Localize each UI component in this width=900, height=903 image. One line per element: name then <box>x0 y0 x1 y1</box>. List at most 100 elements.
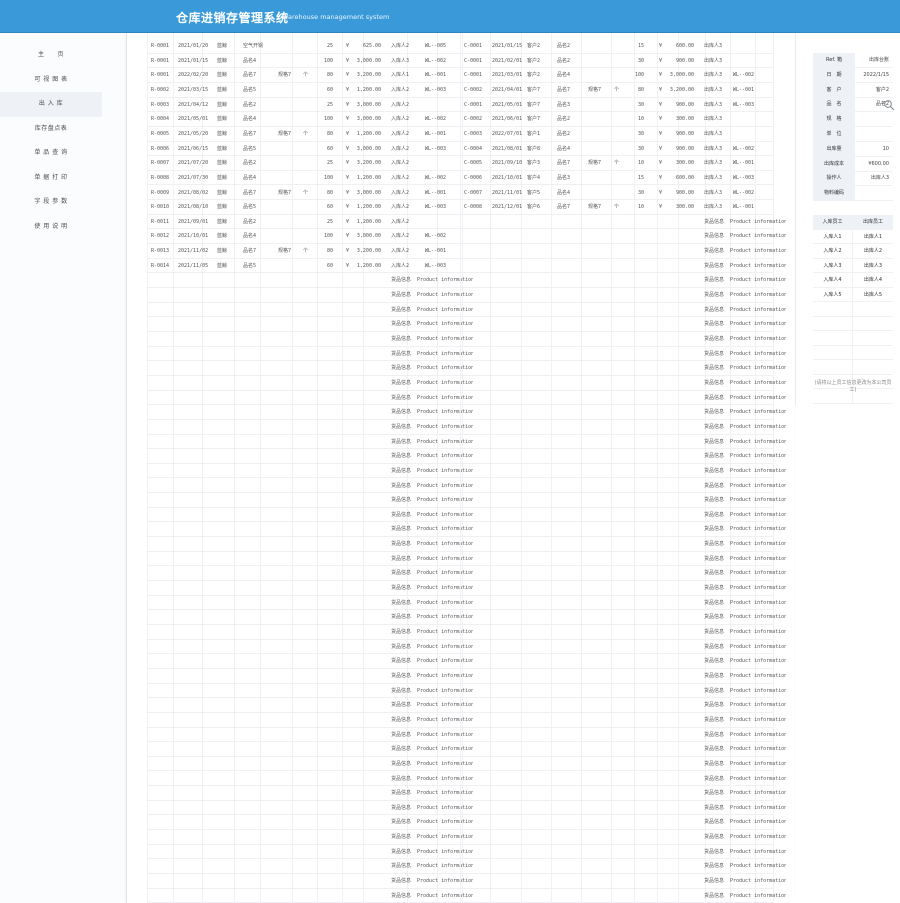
field-value[interactable] <box>855 127 893 142</box>
staff-cell[interactable] <box>813 331 853 346</box>
table-row: 货品信息 Product information <box>147 610 473 625</box>
field-value[interactable] <box>855 186 893 201</box>
sidebar-item[interactable]: 单 据 打 印 <box>0 166 102 191</box>
placeholder-cn: 货品信息 <box>704 746 725 753</box>
table-cell <box>303 142 311 157</box>
staff-row: 入库人4 出库人4 <box>813 273 893 288</box>
table-cell: 品名2 <box>557 116 571 123</box>
table-cell: 600.00 <box>675 43 694 49</box>
staff-cell[interactable]: 入库人5 <box>813 287 853 302</box>
table-cell: R-0010 <box>151 204 170 211</box>
staff-cell[interactable]: 入库人2 <box>813 244 853 259</box>
field-label: 日 期 <box>813 67 855 83</box>
table-cell: 2021/10/01 <box>492 174 522 181</box>
staff-cell[interactable] <box>853 317 893 332</box>
field-value[interactable]: 2022/1/15 <box>855 68 893 83</box>
placeholder-cn: 货品信息 <box>704 658 725 665</box>
staff-cell[interactable]: 出库人5 <box>853 288 893 303</box>
table-row: 货品信息 Product information <box>460 801 786 816</box>
table-row: 货品信息 Product information <box>460 669 786 684</box>
placeholder-cn: 货品信息 <box>704 599 725 606</box>
table-row: 货品信息 Product information <box>460 596 786 611</box>
table-row: 货品信息 Product information <box>147 698 473 713</box>
table-cell: 入库人2 <box>391 116 410 123</box>
staff-cell[interactable] <box>813 316 853 331</box>
table-cell <box>420 98 446 113</box>
table-cell: 品名5 <box>243 262 257 269</box>
table-cell: 品名4 <box>243 57 257 64</box>
sidebar-item[interactable]: 单 品 查 询 <box>0 141 102 166</box>
table-cell <box>278 83 300 98</box>
staff-cell[interactable]: 出库人1 <box>853 230 893 245</box>
placeholder-cn: 货品信息 <box>391 702 412 709</box>
staff-cell[interactable]: 入库人4 <box>813 273 853 288</box>
placeholder-cn: 货品信息 <box>391 423 412 430</box>
placeholder-cn: 货品信息 <box>391 497 412 504</box>
field-value[interactable] <box>855 112 893 127</box>
table-cell: 出库人3 <box>704 72 723 79</box>
placeholder-cn: 货品信息 <box>704 643 725 650</box>
table-cell: 品名7 <box>243 72 257 79</box>
table-cell: 客户3 <box>527 160 541 167</box>
staff-cell[interactable] <box>853 360 893 375</box>
field-label: 物料编码 <box>813 186 855 202</box>
table-cell: ¥ <box>659 57 663 64</box>
placeholder-cn: 货品信息 <box>391 292 412 299</box>
sidebar-item[interactable]: 主 页 <box>0 43 102 68</box>
sidebar-item[interactable]: 出 入 库 <box>0 92 102 117</box>
table-row: 货品信息 Product information <box>460 874 786 889</box>
table-cell: R-0013 <box>151 248 170 255</box>
placeholder-en: Product information <box>730 731 786 738</box>
table-cell: 2021/10/01 <box>178 233 208 240</box>
placeholder-en: Product information <box>730 248 786 255</box>
field-label: Ref. 箱 <box>813 53 855 68</box>
placeholder-en: Product information <box>730 702 786 709</box>
table-cell: 10 <box>637 160 644 167</box>
staff-cell[interactable] <box>813 360 853 375</box>
field-value[interactable]: 出库人3 <box>855 171 893 186</box>
table-row: 货品信息 Product information <box>147 596 473 611</box>
placeholder-en: Product information <box>730 614 786 621</box>
table-cell: 100 <box>323 57 333 64</box>
staff-cell[interactable] <box>813 302 853 317</box>
table-row: 货品信息 Product information <box>460 684 786 699</box>
table-cell: 出库人3 <box>704 86 723 93</box>
sidebar-item[interactable]: 库存盘点表 <box>0 117 102 142</box>
sidebar-item[interactable]: 使 用 说 明 <box>0 215 102 240</box>
table-cell: 900.00 <box>675 130 694 137</box>
staff-cell[interactable]: 出库人2 <box>853 244 893 259</box>
staff-cell[interactable]: 入库人1 <box>813 229 853 244</box>
table-row: 货品信息 Product information <box>147 552 473 567</box>
table-cell: 品名4 <box>557 145 571 152</box>
placeholder-cn: 货品信息 <box>391 336 412 342</box>
field-value[interactable]: 客户2 <box>855 83 893 98</box>
staff-cell[interactable] <box>853 331 893 346</box>
sidebar-item[interactable]: 可 视 图 表 <box>0 68 102 93</box>
placeholder-cn: 货品信息 <box>704 614 725 621</box>
sidebar-item[interactable]: 字 段 参 数 <box>0 190 102 215</box>
table-cell <box>588 142 608 157</box>
table-cell: 蓝鲸 <box>217 43 228 49</box>
staff-note: (请将以上员工信息更改为本公司员工) <box>814 380 892 393</box>
table-cell: 入库人2 <box>391 218 410 225</box>
staff-row: 入库人2 出库人2 <box>813 244 893 259</box>
staff-cell[interactable]: 出库人3 <box>853 259 893 274</box>
table-cell: WL--002 <box>424 174 446 181</box>
field-value[interactable]: ¥600.00 <box>855 157 893 172</box>
placeholder-cn: 货品信息 <box>391 526 412 533</box>
staff-row <box>813 331 893 346</box>
staff-cell[interactable] <box>853 346 893 361</box>
field-value[interactable]: 10 <box>855 142 893 157</box>
table-row: 货品信息 Product information <box>147 889 473 903</box>
staff-cell[interactable] <box>853 302 893 317</box>
search-icon[interactable] <box>883 99 895 111</box>
field-value[interactable]: 出库台账 <box>855 53 893 68</box>
table-cell <box>588 186 608 201</box>
staff-cell[interactable]: 入库人3 <box>813 258 853 273</box>
table-cell: 1,200.00 <box>356 204 381 211</box>
table-cell <box>588 39 608 54</box>
placeholder-cn: 货品信息 <box>704 702 725 709</box>
placeholder-cn: 货品信息 <box>391 277 412 284</box>
staff-cell[interactable] <box>813 345 853 360</box>
staff-cell[interactable]: 出库人4 <box>853 273 893 288</box>
